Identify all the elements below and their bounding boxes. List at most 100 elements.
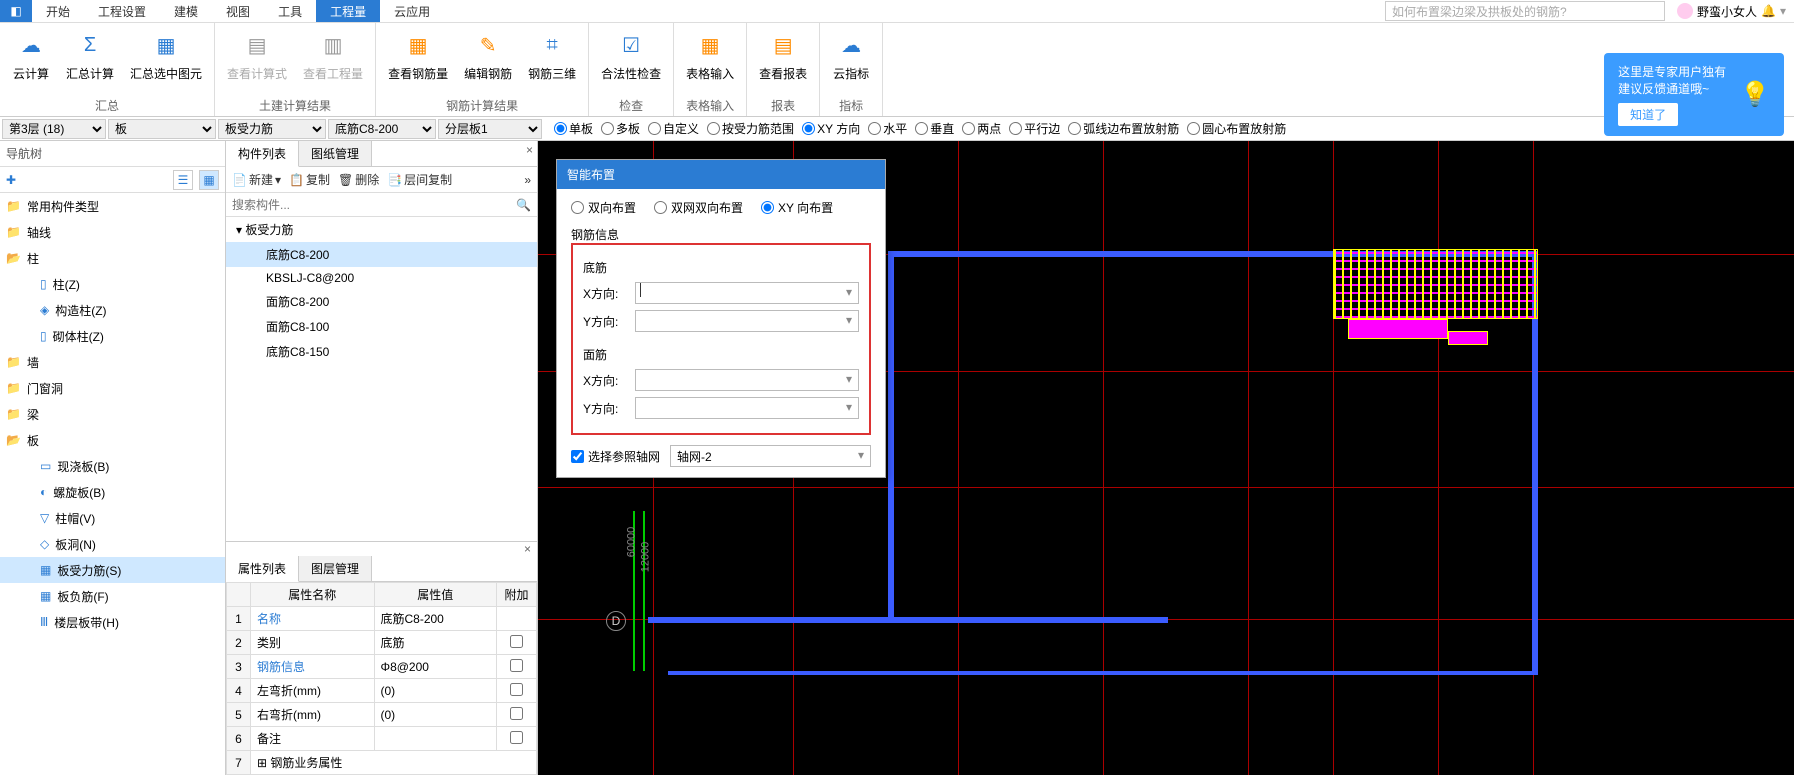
layer-copy-button[interactable]: 📑层间复制: [387, 171, 452, 188]
tab-tools[interactable]: 工具: [264, 0, 316, 22]
new-button[interactable]: 📄新建 ▾: [232, 171, 281, 188]
node-axis[interactable]: 📁轴线: [0, 219, 225, 245]
list-item[interactable]: 面筋C8-100: [226, 314, 537, 339]
tab-quantity[interactable]: 工程量: [316, 0, 380, 22]
opt-two-points[interactable]: 两点: [962, 120, 1001, 137]
bell-icon[interactable]: 🔔: [1761, 4, 1776, 18]
table-row[interactable]: 4左弯折(mm)(0): [227, 679, 537, 703]
opt-double-mesh[interactable]: 双网双向布置: [654, 199, 743, 216]
item-select[interactable]: 底筋C8-200: [328, 119, 436, 139]
table-row[interactable]: 2类别底筋: [227, 631, 537, 655]
canvas[interactable]: 60000 12000 D 智能布置 双向布置 双网双向布置 XY 向布置 钢筋…: [538, 141, 1794, 775]
tab-property-list[interactable]: 属性列表: [226, 556, 299, 582]
list-item[interactable]: 底筋C8-200: [226, 242, 537, 267]
summary-selected-button[interactable]: ▦汇总选中图元: [122, 25, 210, 95]
list-category[interactable]: ▾ 板受力筋: [226, 217, 537, 242]
opt-custom[interactable]: 自定义: [648, 120, 699, 137]
app-icon[interactable]: ◧: [0, 0, 32, 22]
cloud-calc-button[interactable]: ☁云计算: [4, 25, 58, 95]
component-search-input[interactable]: [232, 198, 516, 212]
top-y-input[interactable]: [635, 397, 859, 419]
user-area[interactable]: 野蛮小女人 🔔 ▾: [1669, 0, 1794, 22]
bottom-x-input[interactable]: [635, 282, 859, 304]
node-slab[interactable]: 📂板: [0, 427, 225, 453]
table-input-button[interactable]: ▦表格输入: [678, 25, 742, 95]
list-item[interactable]: 面筋C8-200: [226, 289, 537, 314]
summary-calc-button[interactable]: Σ汇总计算: [58, 25, 122, 95]
floor-select[interactable]: 第3层 (18): [2, 119, 106, 139]
table-row[interactable]: 5右弯折(mm)(0): [227, 703, 537, 727]
node-slab-hole[interactable]: ◇板洞(N): [0, 531, 225, 557]
opt-center-radial[interactable]: 圆心布置放射筋: [1187, 120, 1286, 137]
opt-rebar-range[interactable]: 按受力筋范围: [707, 120, 794, 137]
delete-button[interactable]: 🗑删除: [338, 171, 379, 188]
view-formula-button[interactable]: ▤查看计算式: [219, 25, 295, 95]
node-column-z[interactable]: ▯柱(Z): [0, 271, 225, 297]
node-floor-strip[interactable]: Ⅲ楼层板带(H): [0, 609, 225, 635]
category-select[interactable]: 板: [108, 119, 216, 139]
table-row[interactable]: 7⊞ 钢筋业务属性: [227, 751, 537, 775]
node-slab-rebar[interactable]: ▦板受力筋(S): [0, 557, 225, 583]
validity-check-button[interactable]: ☑合法性检查: [593, 25, 669, 95]
node-masonry-column[interactable]: ▯砌体柱(Z): [0, 323, 225, 349]
property-panel: × 属性列表 图层管理 属性名称属性值附加 1名称底筋C8-200 2类别底筋 …: [226, 541, 537, 775]
bottom-y-input[interactable]: [635, 310, 859, 332]
opt-vertical[interactable]: 垂直: [915, 120, 954, 137]
node-cast-slab[interactable]: ▭现浇板(B): [0, 453, 225, 479]
node-column[interactable]: 📂柱: [0, 245, 225, 271]
opt-multi-board[interactable]: 多板: [601, 120, 640, 137]
close-icon[interactable]: ×: [226, 542, 537, 556]
add-icon[interactable]: ✚: [6, 173, 16, 187]
chevron-down-icon[interactable]: ▾: [1780, 4, 1786, 18]
tab-cloud-app[interactable]: 云应用: [380, 0, 444, 22]
tab-layer-mgmt[interactable]: 图层管理: [299, 556, 372, 581]
list-item[interactable]: 底筋C8-150: [226, 339, 537, 364]
copy-button[interactable]: 📋复制: [289, 171, 330, 188]
rebar-3d-button[interactable]: ⌗钢筋三维: [520, 25, 584, 95]
node-struct-column[interactable]: ◈构造柱(Z): [0, 297, 225, 323]
view-quantity-button[interactable]: ▥查看工程量: [295, 25, 371, 95]
subcategory-select[interactable]: 板受力筋: [218, 119, 326, 139]
tab-component-list[interactable]: 构件列表: [226, 141, 299, 167]
list-view-icon[interactable]: ☰: [173, 170, 193, 190]
node-common[interactable]: 📁常用构件类型: [0, 193, 225, 219]
more-icon[interactable]: »: [524, 173, 531, 187]
close-icon[interactable]: ×: [526, 143, 533, 157]
cloud-metric-button[interactable]: ☁云指标: [824, 25, 878, 95]
view-rebar-button[interactable]: ▦查看钢筋量: [380, 25, 456, 95]
view-report-button[interactable]: ▤查看报表: [751, 25, 815, 95]
opt-horizontal[interactable]: 水平: [868, 120, 907, 137]
tab-drawing-mgmt[interactable]: 图纸管理: [299, 141, 372, 166]
tab-modeling[interactable]: 建模: [160, 0, 212, 22]
node-spiral-slab[interactable]: ◐螺旋板(B): [0, 479, 225, 505]
opt-bidirectional[interactable]: 双向布置: [571, 199, 636, 216]
opt-xy-layout[interactable]: XY 向布置: [761, 199, 833, 216]
list-item[interactable]: KBSLJ-C8@200: [226, 267, 537, 289]
opt-xy-direction[interactable]: XY 方向: [802, 120, 860, 137]
node-slab-negative[interactable]: ▦板负筋(F): [0, 583, 225, 609]
search-icon[interactable]: 🔍: [516, 198, 531, 212]
node-column-cap[interactable]: ▽柱帽(V): [0, 505, 225, 531]
opt-parallel-edge[interactable]: 平行边: [1009, 120, 1060, 137]
tab-project-settings[interactable]: 工程设置: [84, 0, 160, 22]
grid-view-icon[interactable]: ▦: [199, 170, 219, 190]
layer-select[interactable]: 分层板1: [438, 119, 542, 139]
help-search-input[interactable]: 如何布置梁边梁及拱板处的钢筋?: [1385, 1, 1665, 21]
node-beam[interactable]: 📁梁: [0, 401, 225, 427]
opt-single-board[interactable]: 单板: [554, 120, 593, 137]
top-x-input[interactable]: [635, 369, 859, 391]
node-door-window[interactable]: 📁门窗洞: [0, 375, 225, 401]
tip-ok-button[interactable]: 知道了: [1618, 103, 1678, 126]
main-area: 导航树 ✚ ☰ ▦ 📁常用构件类型 📁轴线 📂柱 ▯柱(Z) ◈构造柱(Z) ▯…: [0, 141, 1794, 775]
axis-select[interactable]: 轴网-2: [670, 445, 871, 467]
ref-axis-checkbox[interactable]: 选择参照轴网: [571, 448, 660, 465]
rebar-info-label: 钢筋信息: [571, 226, 871, 243]
table-row[interactable]: 1名称底筋C8-200: [227, 607, 537, 631]
tab-start[interactable]: 开始: [32, 0, 84, 22]
node-wall[interactable]: 📁墙: [0, 349, 225, 375]
tab-view[interactable]: 视图: [212, 0, 264, 22]
table-row[interactable]: 6备注: [227, 727, 537, 751]
edit-rebar-button[interactable]: ✎编辑钢筋: [456, 25, 520, 95]
table-row[interactable]: 3钢筋信息Φ8@200: [227, 655, 537, 679]
opt-arc-radial[interactable]: 弧线边布置放射筋: [1068, 120, 1179, 137]
